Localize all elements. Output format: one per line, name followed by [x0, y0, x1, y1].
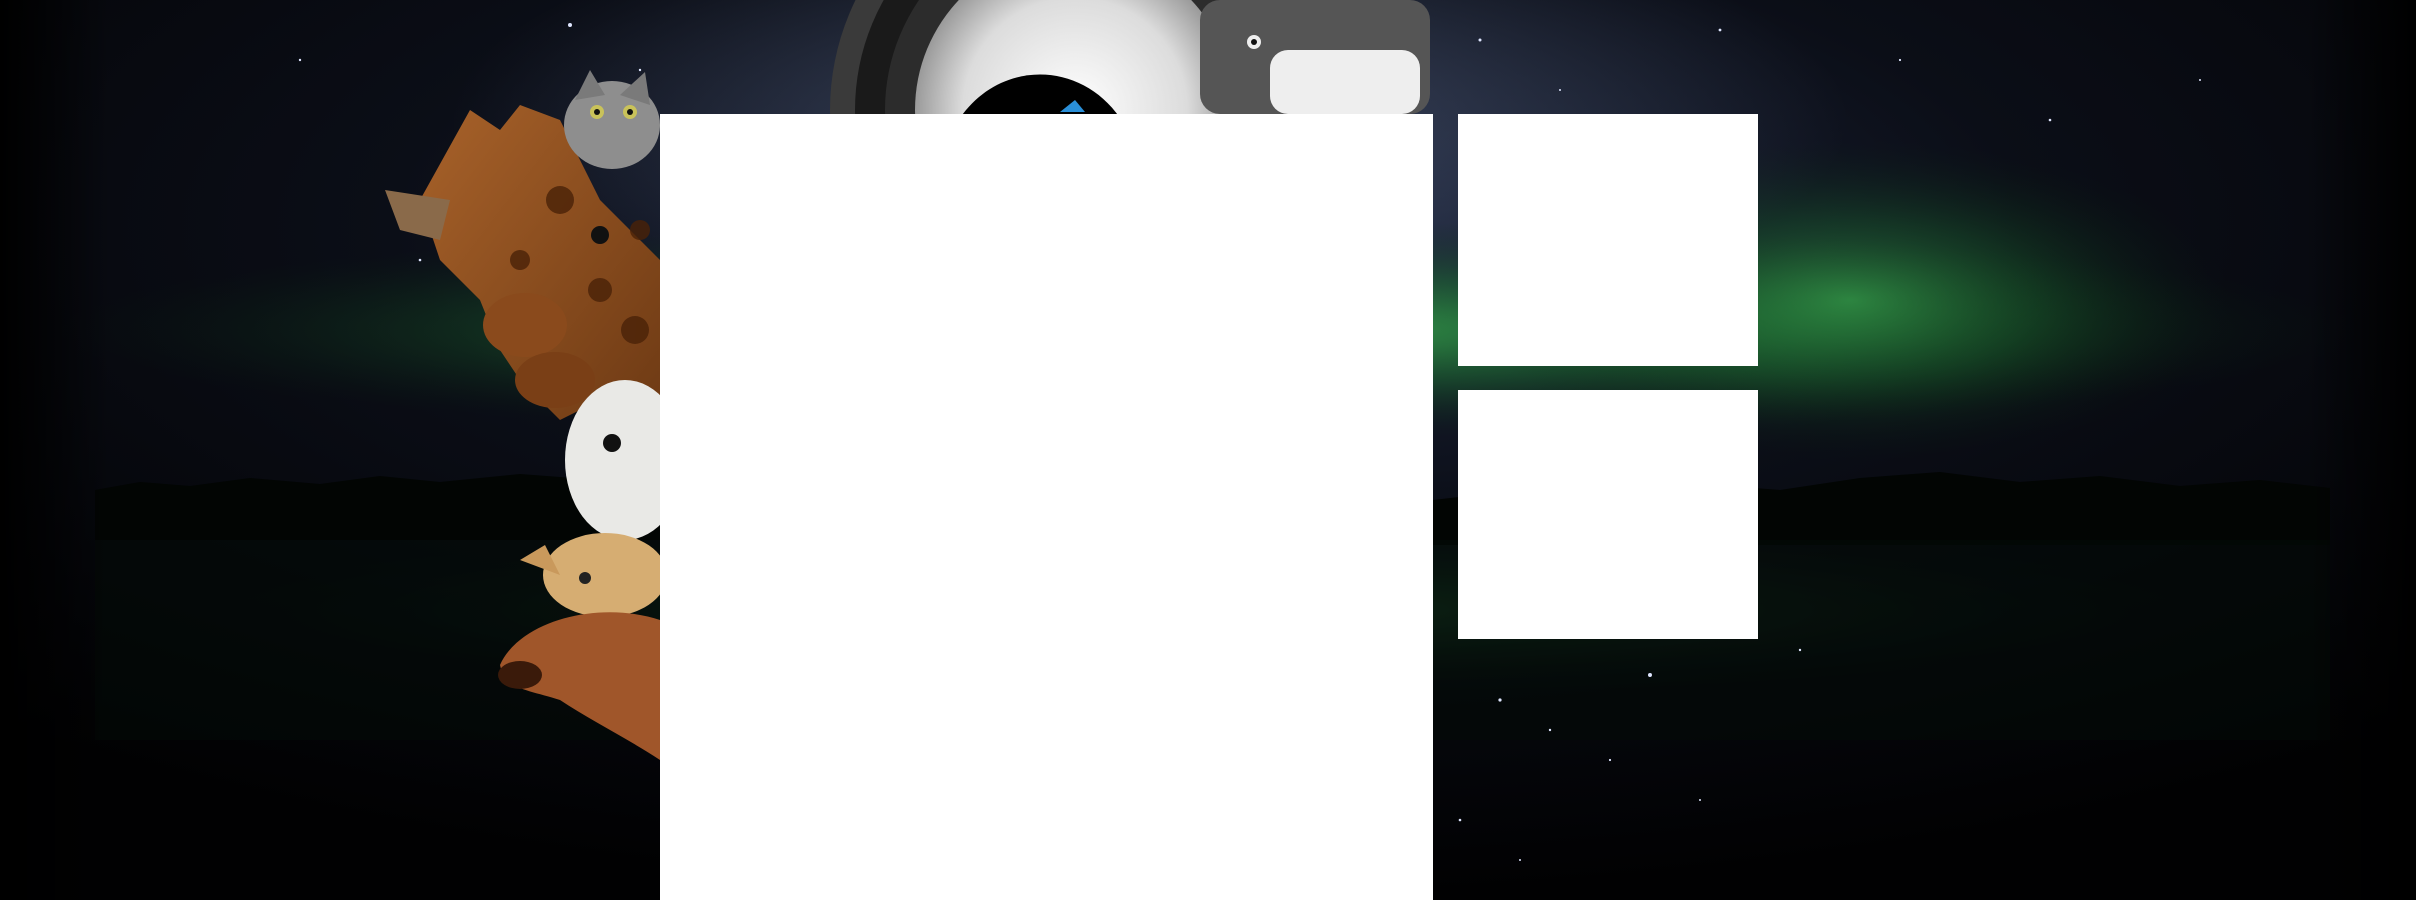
edge-shade-left: [0, 0, 110, 900]
page: { "page": { "background": { "theme": "ni…: [0, 0, 2416, 900]
main-content-panel: [660, 114, 1433, 900]
sidebar-panel-bottom: [1458, 390, 1758, 639]
edge-shade-right: [2306, 0, 2416, 900]
sidebar-panel-top: [1458, 114, 1758, 366]
